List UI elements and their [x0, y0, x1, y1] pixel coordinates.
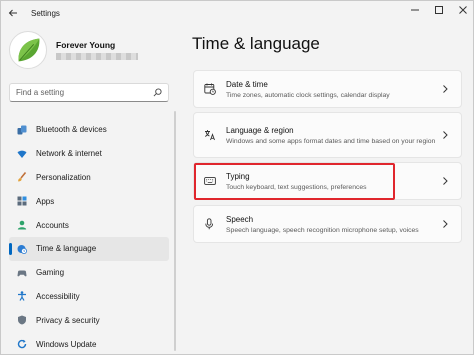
title-bar: Settings [1, 1, 473, 25]
chevron-right-icon [440, 84, 450, 94]
sidebar-item-windows-update[interactable]: Windows Update [9, 332, 169, 354]
wifi-icon [17, 149, 27, 159]
globe-clock-icon [17, 244, 27, 254]
language-icon [204, 129, 216, 141]
sidebar-item-label: Network & internet [36, 149, 102, 159]
profile-email-redacted [56, 53, 138, 60]
apps-icon [17, 196, 27, 206]
microphone-icon [204, 218, 216, 230]
back-button[interactable] [1, 1, 25, 25]
brush-icon [17, 172, 27, 182]
avatar [9, 31, 47, 69]
settings-window: Settings Forever Young Find a setting Bl… [0, 0, 474, 355]
maximize-icon [435, 6, 443, 14]
profile-name: Forever Young [56, 40, 116, 50]
person-icon [17, 220, 27, 230]
card-speech[interactable]: Speech Speech language, speech recogniti… [193, 205, 462, 243]
bluetooth-icon [17, 125, 27, 135]
card-title: Date & time [226, 79, 268, 89]
maximize-button[interactable] [427, 1, 451, 19]
sidebar-item-label: Personalization [36, 172, 91, 182]
window-title: Settings [31, 8, 60, 18]
sidebar-item-label: Privacy & security [36, 315, 100, 325]
sidebar-item-label: Apps [36, 196, 55, 206]
card-text: Date & time Time zones, automatic clock … [226, 79, 440, 100]
close-icon [459, 6, 467, 14]
card-description: Windows and some apps format dates and t… [226, 137, 436, 145]
minimize-button[interactable] [403, 1, 427, 19]
close-button[interactable] [451, 1, 473, 19]
shield-icon [17, 315, 27, 325]
sidebar-item-label: Bluetooth & devices [36, 125, 107, 135]
update-icon [17, 339, 27, 349]
back-arrow-icon [8, 9, 17, 17]
card-description: Touch keyboard, text suggestions, prefer… [226, 183, 367, 191]
chevron-right-icon [440, 130, 450, 140]
sidebar-item-accounts[interactable]: Accounts [9, 213, 169, 237]
sidebar-item-time-language[interactable]: Time & language [9, 236, 169, 261]
card-description: Time zones, automatic clock settings, ca… [226, 91, 390, 99]
sidebar-item-accessibility[interactable]: Accessibility [9, 285, 169, 309]
card-date-time[interactable]: Date & time Time zones, automatic clock … [193, 70, 462, 108]
accessibility-icon [17, 291, 27, 302]
chevron-right-icon [440, 176, 450, 186]
sidebar-scrollbar[interactable] [174, 111, 176, 351]
page-title: Time & language [192, 34, 320, 53]
sidebar-item-label: Accounts [36, 220, 69, 230]
sidebar-item-network-internet[interactable]: Network & internet [9, 142, 169, 166]
window-controls [403, 1, 473, 19]
card-text: Speech Speech language, speech recogniti… [226, 214, 440, 235]
sidebar-item-bluetooth-devices[interactable]: Bluetooth & devices [9, 118, 169, 142]
minimize-icon [411, 9, 419, 11]
card-title: Language & region [226, 125, 294, 135]
sidebar-nav: Bluetooth & devices Network & internet P… [9, 118, 169, 354]
search-box[interactable] [9, 83, 169, 102]
search-icon[interactable] [153, 88, 162, 97]
sidebar-item-label: Accessibility [36, 291, 80, 301]
sidebar-item-gaming[interactable]: Gaming [9, 261, 169, 285]
card-title: Speech [226, 214, 254, 224]
sidebar-item-privacy-security[interactable]: Privacy & security [9, 308, 169, 332]
card-description: Speech language, speech recognition micr… [226, 226, 419, 234]
gamepad-icon [17, 268, 27, 278]
card-typing[interactable]: Typing Touch keyboard, text suggestions,… [193, 162, 462, 200]
sidebar-item-label: Time & language [36, 244, 97, 254]
date-time-icon [204, 83, 216, 95]
keyboard-icon [204, 175, 216, 187]
card-language-region[interactable]: Language & region Windows and some apps … [193, 112, 462, 158]
chevron-right-icon [440, 219, 450, 229]
sidebar-item-label: Gaming [36, 268, 65, 278]
card-text: Typing Touch keyboard, text suggestions,… [226, 171, 440, 192]
sidebar-item-apps[interactable]: Apps [9, 189, 169, 213]
search-input[interactable] [16, 88, 153, 97]
profile-text: Forever Young [56, 40, 138, 60]
card-title: Typing [226, 171, 250, 181]
leaf-icon [18, 38, 40, 62]
profile[interactable]: Forever Young [9, 31, 138, 69]
sidebar-item-label: Windows Update [36, 339, 97, 349]
sidebar-item-personalization[interactable]: Personalization [9, 166, 169, 190]
card-text: Language & region Windows and some apps … [226, 125, 440, 146]
